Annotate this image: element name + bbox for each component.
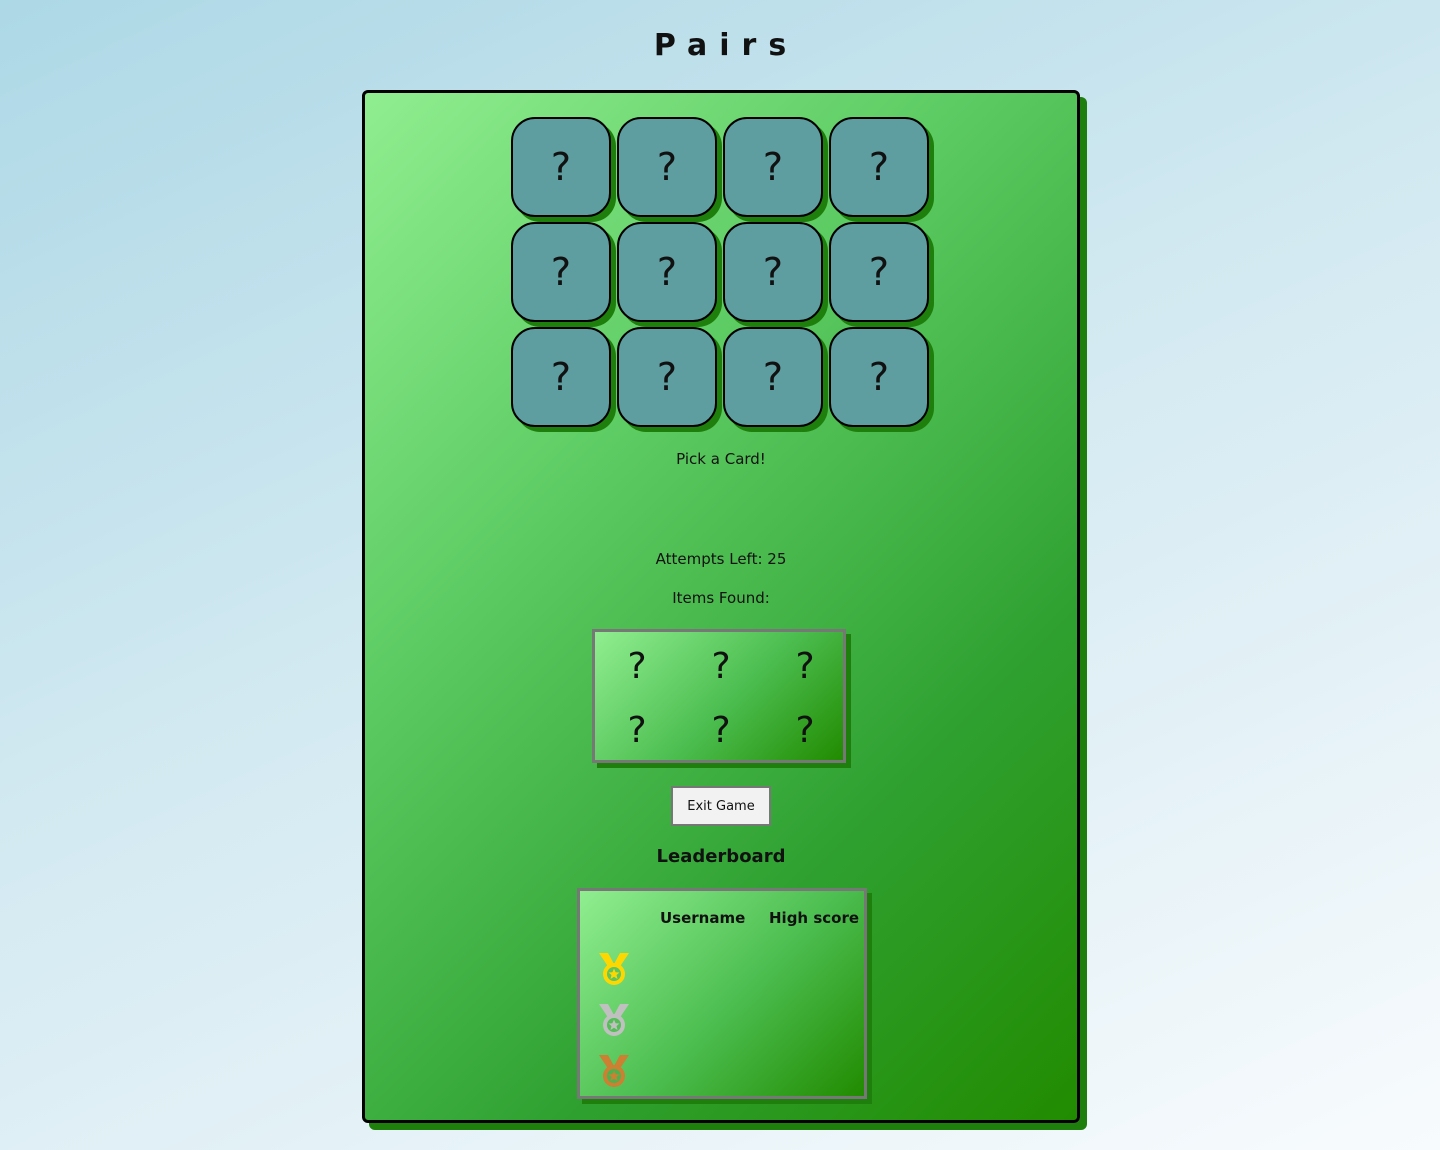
page-title: Pairs — [653, 28, 799, 63]
status-message: Pick a Card! — [676, 450, 766, 468]
memory-card[interactable]: ? — [511, 117, 611, 217]
card-grid: ? ? ? ? ? ? ? ? ? ? ? ? — [511, 117, 935, 427]
memory-card[interactable]: ? — [829, 222, 929, 322]
items-found-label: Items Found: — [672, 589, 770, 607]
exit-game-button[interactable]: Exit Game — [671, 786, 771, 826]
found-item: ? — [711, 709, 731, 751]
attempts-left: Attempts Left: 25 — [655, 550, 787, 568]
found-item: ? — [795, 645, 815, 687]
memory-card[interactable]: ? — [829, 117, 929, 217]
memory-card[interactable]: ? — [511, 327, 611, 427]
memory-card[interactable]: ? — [723, 117, 823, 217]
memory-card[interactable]: ? — [829, 327, 929, 427]
memory-card[interactable]: ? — [511, 222, 611, 322]
leaderboard-row — [594, 949, 854, 989]
items-found-panel: ? ? ? ? ? ? — [592, 629, 846, 763]
username-column-header: Username — [660, 909, 746, 927]
leaderboard-title: Leaderboard — [656, 846, 786, 867]
gold-medal-icon — [599, 953, 629, 985]
memory-card[interactable]: ? — [723, 327, 823, 427]
silver-medal-icon — [599, 1004, 629, 1036]
leaderboard-row — [594, 1000, 854, 1040]
found-item: ? — [795, 709, 815, 751]
memory-card[interactable]: ? — [723, 222, 823, 322]
found-item: ? — [627, 709, 647, 751]
memory-card[interactable]: ? — [617, 327, 717, 427]
memory-card[interactable]: ? — [617, 117, 717, 217]
high-score-column-header: High score — [769, 909, 860, 927]
leaderboard-row — [594, 1051, 854, 1091]
leaderboard-table: Username High score — [577, 888, 867, 1099]
found-item: ? — [627, 645, 647, 687]
game-board: ? ? ? ? ? ? ? ? ? ? ? ? Pick a Card! Att… — [362, 90, 1080, 1123]
memory-card[interactable]: ? — [617, 222, 717, 322]
bronze-medal-icon — [599, 1055, 629, 1087]
found-item: ? — [711, 645, 731, 687]
